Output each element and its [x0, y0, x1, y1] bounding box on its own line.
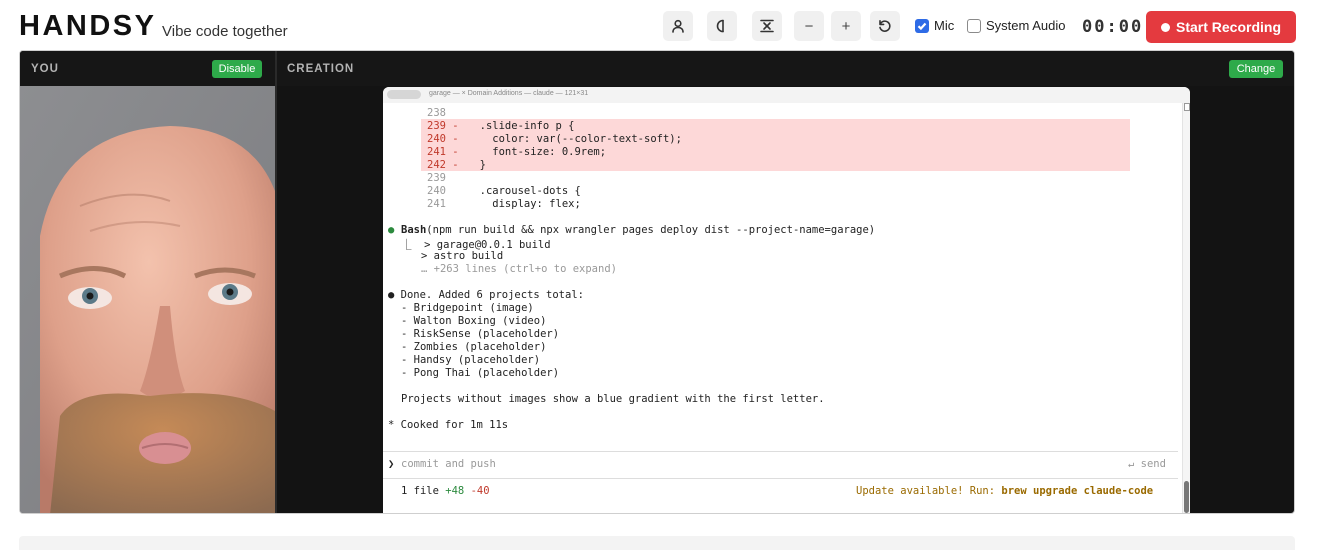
contrast-button[interactable]: [707, 11, 737, 41]
terminal-tab-icon[interactable]: [387, 90, 421, 99]
bash-output-line: > astro build: [421, 250, 504, 262]
bottom-bar: [19, 536, 1295, 550]
prompt-chevron-icon: ❯: [388, 458, 395, 470]
recording-timer: 00:00: [1082, 17, 1144, 37]
disable-camera-button[interactable]: Disable: [212, 60, 262, 78]
app-logo: HANDSY: [19, 10, 157, 42]
diff-line-code: display: flex;: [467, 198, 581, 210]
diff-line-code: .slide-info p {: [467, 120, 575, 132]
diff-line-number: 242 -: [427, 159, 459, 171]
start-recording-button[interactable]: Start Recording: [1146, 11, 1296, 43]
project-list-item: - Pong Thai (placeholder): [401, 367, 560, 379]
you-panel-header: YOU Disable: [20, 51, 275, 86]
webcam-video: [20, 86, 275, 513]
check-icon: [917, 22, 927, 30]
diff-line-number: 239 -: [427, 120, 459, 132]
creation-panel-title: CREATION: [287, 63, 355, 75]
project-list-item: - RiskSense (placeholder): [401, 328, 560, 340]
user-button[interactable]: [663, 11, 693, 41]
mic-checkbox[interactable]: Mic: [915, 18, 954, 33]
fit-button[interactable]: [752, 11, 782, 41]
bash-expand-hint[interactable]: … +263 lines (ctrl+o to expand): [421, 263, 617, 275]
scrollbar-top-button[interactable]: [1184, 103, 1190, 111]
diff-line-number: 241: [427, 198, 446, 210]
system-audio-check-box[interactable]: [967, 18, 981, 33]
diff-line-number: 238: [427, 107, 446, 119]
project-list-item: - Zombies (placeholder): [401, 341, 547, 353]
you-panel-title: YOU: [31, 63, 59, 75]
bash-command-name: Bash: [401, 224, 427, 236]
terminal-title: garage — × Domain Additions — claude — 1…: [429, 90, 589, 97]
update-command: brew upgrade claude-code: [1001, 485, 1154, 497]
user-icon: [672, 19, 684, 33]
cooked-time: * Cooked for 1m 11s: [388, 419, 509, 431]
zoom-out-icon: −: [804, 17, 814, 35]
start-recording-label: Start Recording: [1175, 19, 1281, 35]
update-notice: Update available! Run: brew upgrade clau…: [856, 485, 1153, 497]
send-hint[interactable]: ↵ send: [1128, 458, 1166, 470]
diff-line-code: font-size: 0.9rem;: [467, 146, 607, 158]
webcam-face-image: [20, 86, 275, 513]
creation-panel-header: CREATION Change: [277, 51, 1294, 86]
prompt-area[interactable]: ❯ commit and push ↵ send: [383, 451, 1178, 479]
status-files: 1 file +48 -40: [401, 485, 490, 497]
bash-status-bullet: ●: [388, 224, 395, 236]
fit-icon: [760, 19, 774, 33]
zoom-out-button[interactable]: −: [794, 11, 824, 41]
status-additions: +48: [445, 485, 465, 497]
change-source-button[interactable]: Change: [1229, 60, 1283, 78]
project-list-item: - Handsy (placeholder): [401, 354, 541, 366]
diff-line-number: 240: [427, 185, 446, 197]
status-deletions: -40: [470, 485, 490, 497]
reset-button[interactable]: [870, 11, 900, 41]
diff-line-code: color: var(--color-text-soft);: [467, 133, 682, 145]
diff-line-number: 240 -: [427, 133, 459, 145]
terminal-scrollbar[interactable]: [1182, 103, 1190, 513]
done-message: ● Done. Added 6 projects total:: [388, 289, 584, 301]
project-list-item: - Walton Boxing (video): [401, 315, 547, 327]
bash-command-line: Bash(npm run build && npx wrangler pages…: [401, 224, 875, 236]
scrollbar-thumb[interactable]: [1184, 481, 1189, 513]
prompt-input[interactable]: commit and push: [401, 458, 496, 470]
system-audio-label: System Audio: [986, 18, 1066, 33]
main-stage: YOU Disable CREATION Change garage — × D…: [19, 50, 1295, 514]
diff-line-code: .carousel-dots {: [467, 185, 581, 197]
mic-check-box[interactable]: [915, 18, 929, 33]
system-audio-checkbox[interactable]: System Audio: [967, 18, 1066, 33]
header: HANDSY Vibe code together − + Mic System…: [0, 0, 1326, 50]
mic-label: Mic: [934, 18, 955, 33]
terminal-titlebar: garage — × Domain Additions — claude — 1…: [383, 87, 1190, 103]
diff-line-number: 239: [427, 172, 446, 184]
zoom-in-button[interactable]: +: [831, 11, 861, 41]
panel-divider: [275, 51, 277, 513]
bash-command-args: (npm run build && npx wrangler pages dep…: [426, 224, 876, 236]
zoom-in-icon: +: [841, 17, 851, 35]
terminal-window: garage — × Domain Additions — claude — 1…: [383, 87, 1190, 513]
diff-line-code: }: [467, 159, 486, 171]
contrast-icon: [716, 19, 724, 33]
diff-line-number: 241 -: [427, 146, 459, 158]
project-list-item: - Bridgepoint (image): [401, 302, 534, 314]
status-file-count: 1 file: [401, 485, 439, 497]
summary-note: Projects without images show a blue grad…: [401, 393, 825, 405]
record-dot-icon: [1160, 22, 1170, 32]
reset-icon: [879, 20, 891, 32]
app-tagline: Vibe code together: [162, 23, 288, 40]
update-text: Update available! Run:: [856, 485, 996, 497]
